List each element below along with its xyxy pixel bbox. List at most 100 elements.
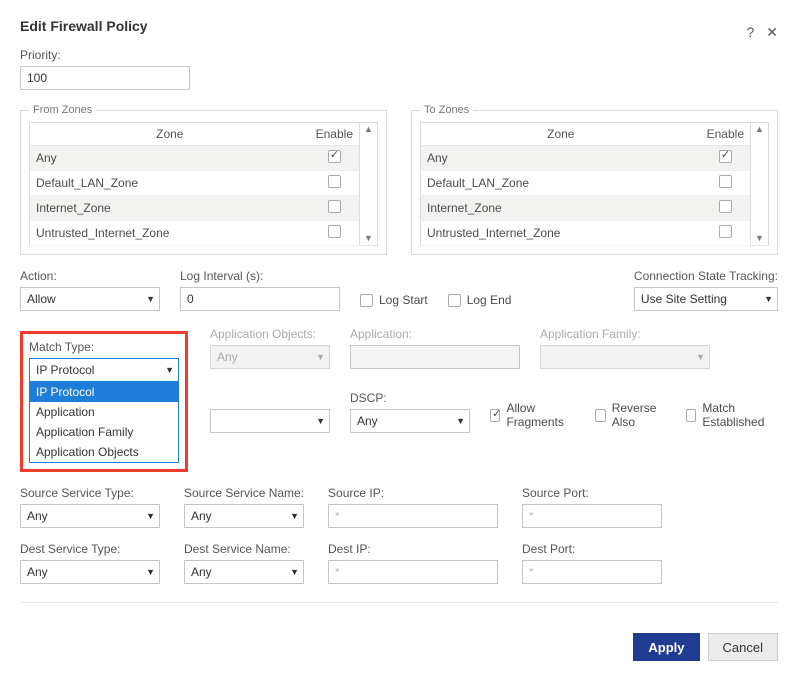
src-service-name-value: Any (191, 509, 212, 523)
to-zones-panel: To Zones Zone Enable ▲ ▼ Any Default_LAN… (411, 104, 778, 255)
match-type-option[interactable]: Application (30, 402, 178, 422)
table-row[interactable]: Untrusted_Internet_Zone (30, 221, 378, 246)
from-zones-scrollbar[interactable]: ▲ ▼ (360, 123, 378, 246)
src-service-type-label: Source Service Type: (20, 486, 160, 500)
match-established-checkbox[interactable] (686, 409, 696, 422)
zone-enable-checkbox[interactable] (328, 150, 341, 163)
log-interval-input[interactable] (180, 287, 340, 311)
src-port-label: Source Port: (522, 486, 662, 500)
chevron-down-icon: ▼ (696, 352, 705, 362)
zone-enable-checkbox[interactable] (719, 175, 732, 188)
chevron-down-icon: ▼ (146, 511, 155, 521)
zone-enable-checkbox[interactable] (719, 150, 732, 163)
priority-label: Priority: (20, 48, 190, 62)
scroll-up-icon[interactable]: ▲ (360, 125, 377, 134)
reverse-also-checkbox[interactable] (595, 409, 605, 422)
table-row[interactable]: Default_LAN_Zone (421, 171, 769, 196)
scroll-up-icon[interactable]: ▲ (751, 125, 768, 134)
zone-name: Internet_Zone (421, 196, 701, 221)
app-family-select: ▼ (540, 345, 710, 369)
action-select[interactable]: Allow ▼ (20, 287, 160, 311)
reverse-also-label: Reverse Also (612, 401, 666, 429)
log-start-checkbox[interactable] (360, 294, 373, 307)
chevron-down-icon: ▼ (316, 416, 325, 426)
app-objects-select: Any ▼ (210, 345, 330, 369)
dscp-value: Any (357, 414, 378, 428)
app-family-label: Application Family: (540, 327, 710, 341)
table-row[interactable]: Default_LAN_Zone (30, 171, 378, 196)
src-ip-input[interactable] (328, 504, 498, 528)
apply-button[interactable]: Apply (633, 633, 699, 661)
from-zones-legend: From Zones (29, 104, 96, 116)
match-type-label: Match Type: (29, 340, 179, 354)
table-row[interactable]: Untrusted_Internet_Zone (421, 221, 769, 246)
close-icon[interactable]: ✕ (766, 24, 778, 41)
dst-service-type-value: Any (27, 565, 48, 579)
match-type-option[interactable]: Application Objects (30, 442, 178, 462)
application-input (350, 345, 520, 369)
conn-state-value: Use Site Setting (641, 292, 727, 306)
src-service-name-label: Source Service Name: (184, 486, 304, 500)
zone-name: Default_LAN_Zone (421, 171, 701, 196)
zone-name: Any (30, 146, 310, 171)
action-label: Action: (20, 269, 160, 283)
src-service-type-value: Any (27, 509, 48, 523)
zone-name: Default_LAN_Zone (30, 171, 310, 196)
dscp-select[interactable]: Any ▼ (350, 409, 470, 433)
zone-name: Internet_Zone (30, 196, 310, 221)
zone-enable-checkbox[interactable] (719, 200, 732, 213)
chevron-down-icon: ▼ (146, 567, 155, 577)
src-port-input[interactable] (522, 504, 662, 528)
app-objects-value: Any (217, 350, 238, 364)
table-row[interactable]: Internet_Zone (421, 196, 769, 221)
match-type-dropdown[interactable]: IP Protocol Application Application Fami… (29, 381, 179, 463)
cancel-button[interactable]: Cancel (708, 633, 778, 661)
log-end-checkbox[interactable] (448, 294, 461, 307)
dst-service-name-label: Dest Service Name: (184, 542, 304, 556)
to-zones-scrollbar[interactable]: ▲ ▼ (751, 123, 769, 246)
table-row[interactable]: Internet_Zone (30, 196, 378, 221)
to-zones-header-enable: Enable (701, 123, 751, 146)
table-row[interactable]: Any (421, 146, 769, 171)
from-zones-panel: From Zones Zone Enable ▲ ▼ Any Default_L… (20, 104, 387, 255)
ip-protocol-select[interactable]: ▼ (210, 409, 330, 433)
dst-service-name-value: Any (191, 565, 212, 579)
from-zones-header-zone: Zone (30, 123, 310, 146)
scroll-down-icon[interactable]: ▼ (360, 234, 377, 243)
zone-name: Untrusted_Internet_Zone (30, 221, 310, 246)
zone-enable-checkbox[interactable] (328, 175, 341, 188)
src-service-type-select[interactable]: Any ▼ (20, 504, 160, 528)
zone-enable-checkbox[interactable] (719, 225, 732, 238)
dst-ip-input[interactable] (328, 560, 498, 584)
help-icon[interactable]: ? (746, 24, 754, 41)
chevron-down-icon: ▼ (290, 567, 299, 577)
match-type-value: IP Protocol (36, 363, 94, 377)
zone-enable-checkbox[interactable] (328, 225, 341, 238)
scroll-down-icon[interactable]: ▼ (751, 234, 768, 243)
match-type-select[interactable]: IP Protocol ▼ (29, 358, 179, 382)
dst-port-input[interactable] (522, 560, 662, 584)
match-type-group: Match Type: IP Protocol ▼ IP Protocol Ap… (20, 331, 188, 472)
chevron-down-icon: ▼ (290, 511, 299, 521)
src-service-name-select[interactable]: Any ▼ (184, 504, 304, 528)
dialog-title: Edit Firewall Policy (20, 12, 746, 48)
dst-service-type-select[interactable]: Any ▼ (20, 560, 160, 584)
chevron-down-icon: ▼ (165, 365, 174, 375)
dst-service-name-select[interactable]: Any ▼ (184, 560, 304, 584)
dst-port-label: Dest Port: (522, 542, 662, 556)
zone-enable-checkbox[interactable] (328, 200, 341, 213)
conn-state-select[interactable]: Use Site Setting ▼ (634, 287, 778, 311)
match-type-option[interactable]: IP Protocol (30, 382, 178, 402)
priority-input[interactable] (20, 66, 190, 90)
application-label: Application: (350, 327, 520, 341)
allow-fragments-checkbox[interactable] (490, 409, 500, 422)
chevron-down-icon: ▼ (456, 416, 465, 426)
zone-name: Any (421, 146, 701, 171)
zone-name: Untrusted_Internet_Zone (421, 221, 701, 246)
chevron-down-icon: ▼ (764, 294, 773, 304)
match-established-label: Match Established (702, 401, 778, 429)
to-zones-legend: To Zones (420, 104, 473, 116)
table-row[interactable]: Any (30, 146, 378, 171)
src-ip-label: Source IP: (328, 486, 498, 500)
match-type-option[interactable]: Application Family (30, 422, 178, 442)
